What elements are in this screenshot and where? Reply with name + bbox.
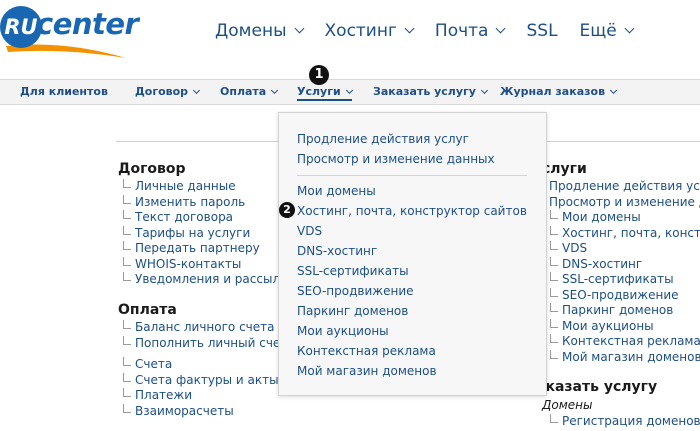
dropdown-item-view-edit[interactable]: Просмотр и изменение данных — [297, 152, 495, 166]
chevron-down-icon — [610, 86, 618, 94]
subnav-for-clients[interactable]: Для клиентов — [20, 85, 108, 98]
link-renew-services[interactable]: Продление действия услуг — [532, 179, 700, 195]
chevron-down-icon — [193, 86, 201, 94]
dropdown-item-seo[interactable]: SEO-продвижение — [297, 284, 414, 298]
link-personal-data[interactable]: Личные данные — [118, 179, 295, 195]
subnav-payment[interactable]: Оплата — [220, 85, 279, 98]
top-nav-mail[interactable]: Почта — [434, 18, 506, 44]
link-balance[interactable]: Баланс личного счета — [118, 320, 287, 336]
link-view-edit-data[interactable]: Просмотр и изменение данных — [532, 194, 700, 211]
link-ssl-certs[interactable]: SSL-сертификаты — [532, 272, 700, 288]
chevron-down-icon — [496, 23, 506, 34]
link-change-password[interactable]: Изменить пароль — [118, 194, 295, 211]
subnav-label: Для клиентов — [20, 85, 108, 98]
order-links: Регистрация доменов — [532, 414, 700, 430]
subnav-services[interactable]: Услуги — [297, 85, 353, 101]
top-nav-label: Почта — [434, 21, 489, 41]
dropdown-item-renew[interactable]: Продление действия услуг — [297, 132, 469, 146]
link-tariffs[interactable]: Тарифы на услуги — [118, 225, 295, 242]
link-transfer-partner[interactable]: Передать партнеру — [118, 241, 295, 257]
services-top-links: Продление действия услуг Просмотр и изме… — [532, 179, 700, 210]
top-nav-label: Ещё — [579, 21, 617, 41]
dropdown-item-dns[interactable]: DNS-хостинг — [297, 244, 377, 258]
link-contract-text[interactable]: Текст договора — [118, 210, 295, 226]
subnav-contract[interactable]: Договор — [135, 85, 201, 98]
order-section: аказать услугу Домены Регистрация домено… — [532, 379, 700, 430]
top-nav-label: Хостинг — [324, 21, 397, 41]
link-my-domains[interactable]: Мои домены — [532, 210, 700, 226]
link-seo[interactable]: SEO-продвижение — [532, 287, 700, 304]
chevron-down-icon — [345, 86, 353, 94]
subnav-label: Журнал заказов — [500, 85, 606, 98]
dropdown-item-my-domains[interactable]: Мои домены — [297, 184, 376, 198]
section-title: Договор — [118, 161, 186, 177]
contract-links: Личные данные Изменить пароль Текст дого… — [118, 179, 295, 288]
chevron-down-icon — [624, 23, 635, 34]
domains-sublabel: Домены — [542, 398, 593, 412]
top-nav-label: SSL — [526, 21, 558, 41]
link-payments[interactable]: Платежи — [118, 388, 287, 404]
dropdown-item-ssl[interactable]: SSL-сертификаты — [297, 264, 409, 278]
dropdown-item-context-ads[interactable]: Контекстная реклама — [297, 344, 436, 358]
link-context-ads[interactable]: Контекстная реклама — [532, 334, 700, 350]
link-settlements[interactable]: Взаиморасчеты — [118, 403, 287, 420]
link-topup[interactable]: Пополнить личный счет — [118, 335, 287, 352]
dropdown-item-vds[interactable]: VDS — [297, 224, 322, 238]
subnav-label: Заказать услугу — [373, 85, 476, 98]
link-whois-contacts[interactable]: WHOIS-контакты — [118, 256, 295, 273]
payment-links-2: Счета Счета фактуры и акты Платежи Взаим… — [118, 357, 287, 419]
section-title: аказать услугу — [536, 379, 658, 395]
chevron-down-icon — [294, 23, 304, 34]
services-section: слуги Продление действия услуг Просмотр … — [532, 161, 700, 365]
chevron-down-icon — [271, 86, 279, 94]
link-auctions[interactable]: Мои аукционы — [532, 318, 700, 335]
subnav-label: Оплата — [220, 85, 267, 98]
chevron-down-icon — [404, 23, 415, 34]
dropdown-item-hosting[interactable]: Хостинг, почта, конструктор сайтов — [297, 204, 527, 218]
top-nav-more[interactable]: Ещё — [579, 18, 635, 44]
dropdown-item-parking[interactable]: Паркинг доменов — [297, 304, 408, 318]
top-nav: Домены Хостинг Почта SSL Ещё — [215, 18, 635, 44]
rucenter-logo[interactable]: RU center — [0, 2, 140, 60]
payment-section: Оплата Баланс личного счета Пополнить ли… — [118, 302, 287, 419]
payment-links-1: Баланс личного счета Пополнить личный сч… — [118, 320, 287, 351]
dropdown-separator — [297, 175, 527, 176]
subnav-order-service[interactable]: Заказать услугу — [373, 85, 488, 98]
top-nav-hosting[interactable]: Хостинг — [324, 18, 415, 44]
link-hosting[interactable]: Хостинг, почта, конструк — [532, 225, 700, 242]
top-nav-ssl[interactable]: SSL — [526, 18, 557, 44]
link-domain-shop[interactable]: Мой магазин доменов — [532, 349, 700, 366]
chevron-down-icon — [480, 86, 488, 94]
link-invoices[interactable]: Счета — [118, 357, 287, 373]
client-subnav: Для клиентов Договор Оплата Услуги Заказ… — [0, 79, 700, 105]
subnav-order-log[interactable]: Журнал заказов — [500, 85, 618, 98]
section-title: Оплата — [118, 302, 177, 318]
section-title: слуги — [542, 161, 587, 177]
step-badge-2: 2 — [279, 202, 295, 218]
subnav-label: Договор — [135, 85, 189, 98]
link-dns-hosting[interactable]: DNS-хостинг — [532, 256, 700, 273]
link-vds[interactable]: VDS — [532, 241, 700, 257]
link-notifications[interactable]: Уведомления и рассылки — [118, 272, 295, 288]
top-nav-label: Домены — [215, 21, 287, 41]
contract-section: Договор Личные данные Изменить пароль Те… — [118, 161, 295, 288]
link-parking[interactable]: Паркинг доменов — [532, 303, 700, 319]
services-dropdown-menu: Продление действия услуг Просмотр и изме… — [278, 112, 547, 396]
subnav-label: Услуги — [297, 85, 341, 98]
link-register-domains[interactable]: Регистрация доменов — [532, 414, 700, 430]
dropdown-item-auctions[interactable]: Мои аукционы — [297, 324, 389, 338]
link-invoice-acts[interactable]: Счета фактуры и акты — [118, 372, 287, 389]
top-nav-domains[interactable]: Домены — [215, 18, 304, 44]
dropdown-item-domain-shop[interactable]: Мой магазин доменов — [297, 364, 437, 378]
logo-name: center — [36, 7, 139, 41]
step-badge-1: 1 — [309, 65, 329, 85]
services-deep-links: Мои домены Хостинг, почта, конструк VDS … — [532, 210, 700, 365]
